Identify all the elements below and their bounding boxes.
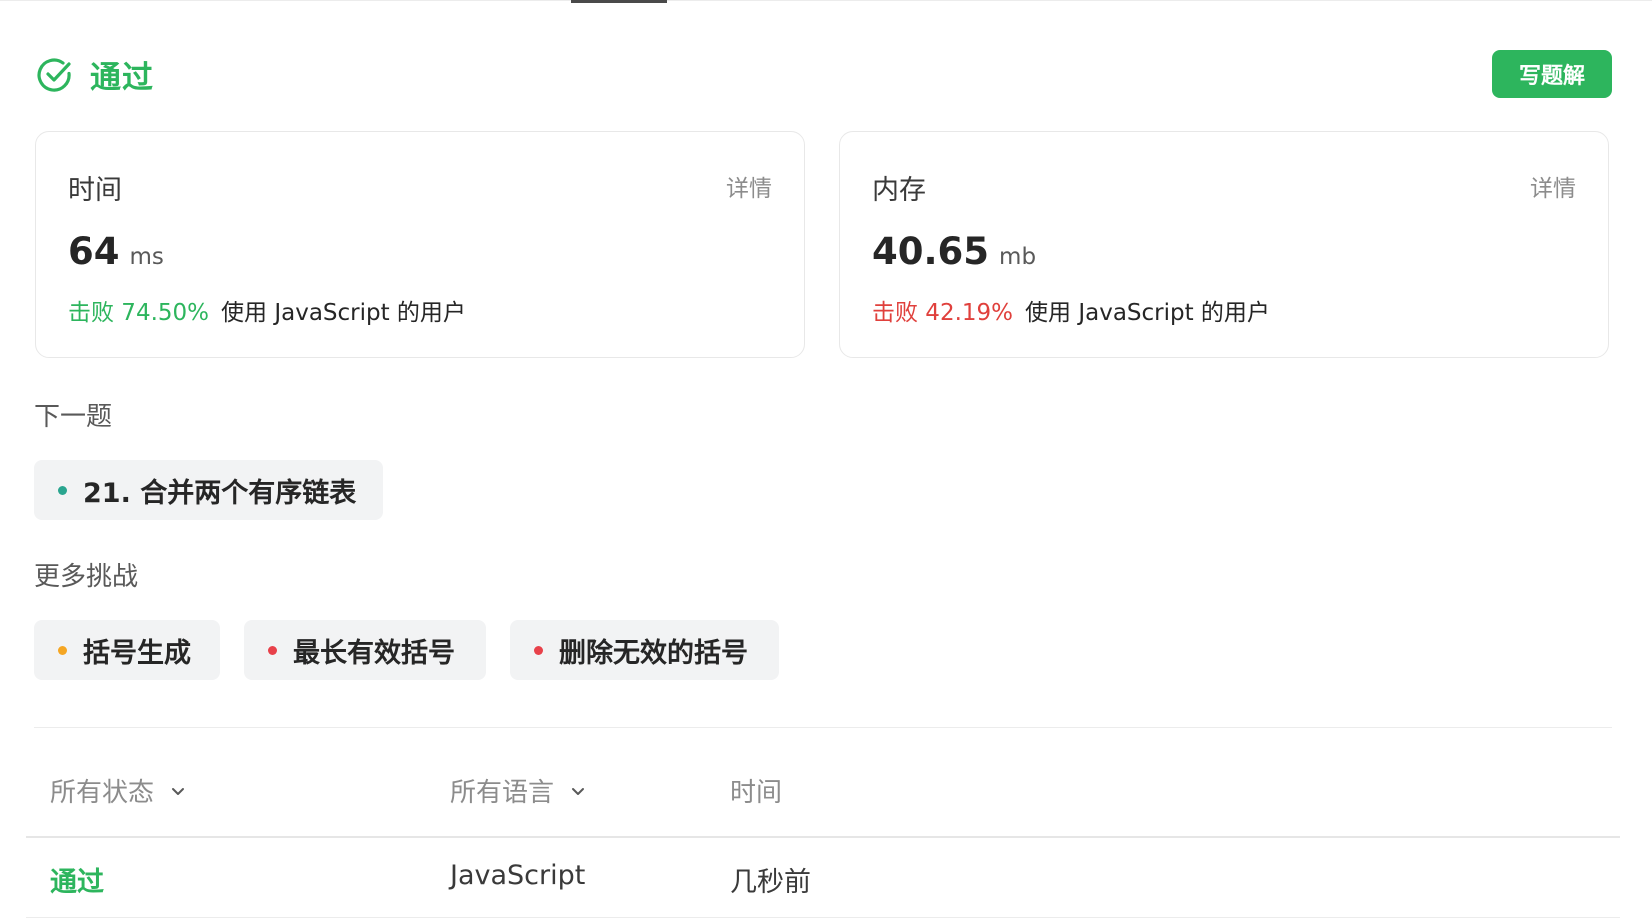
check-circle-icon <box>37 57 71 92</box>
next-problem-item[interactable]: 21. 合并两个有序链表 <box>34 460 383 520</box>
memory-number: 40.65 <box>872 230 990 273</box>
section-divider <box>34 727 1612 728</box>
table-row-divider <box>26 917 1620 918</box>
language-filter-label: 所有语言 <box>450 778 555 808</box>
status-filter-dropdown[interactable]: 所有状态 <box>50 772 186 809</box>
challenge-item[interactable]: 删除无效的括号 <box>510 620 779 680</box>
difficulty-dot-easy <box>58 485 67 495</box>
write-solution-button[interactable]: 写题解 <box>1492 50 1612 98</box>
runtime-detail-link[interactable]: 详情 <box>726 169 772 203</box>
difficulty-dot-medium <box>58 645 67 655</box>
difficulty-dot-hard <box>268 645 277 655</box>
result-header: 通过 <box>36 52 154 97</box>
submission-status[interactable]: 通过 <box>50 860 104 899</box>
memory-detail-link[interactable]: 详情 <box>1530 169 1576 203</box>
next-problem-title: 21. 合并两个有序链表 <box>83 477 357 509</box>
chevron-down-icon <box>572 787 585 795</box>
runtime-beat-desc: 使用 JavaScript 的用户 <box>221 300 466 326</box>
runtime-beat-percent: 击败 74.50% <box>68 300 210 326</box>
memory-value: 40.65 mb <box>872 230 1036 273</box>
runtime-card: 时间 详情 64 ms 击败 74.50% 使用 JavaScript 的用户 <box>35 131 805 358</box>
runtime-beat: 击败 74.50% 使用 JavaScript 的用户 <box>68 293 466 327</box>
challenge-title: 最长有效括号 <box>293 637 455 669</box>
memory-title: 内存 <box>872 175 926 206</box>
runtime-unit: ms <box>129 244 164 270</box>
challenge-item[interactable]: 最长有效括号 <box>244 620 486 680</box>
result-status: 通过 <box>90 60 154 96</box>
memory-beat-desc: 使用 JavaScript 的用户 <box>1025 300 1270 326</box>
memory-unit: mb <box>999 244 1037 270</box>
submission-time: 几秒前 <box>730 867 811 898</box>
time-column-header: 时间 <box>730 778 783 808</box>
status-filter-label: 所有状态 <box>50 778 155 808</box>
challenge-title: 括号生成 <box>83 637 191 669</box>
chevron-down-icon <box>172 787 185 795</box>
challenge-title: 删除无效的括号 <box>559 637 748 669</box>
next-problem-label: 下一题 <box>34 402 113 432</box>
top-divider <box>0 0 1652 1</box>
memory-beat: 击败 42.19% 使用 JavaScript 的用户 <box>872 293 1270 327</box>
language-filter-dropdown[interactable]: 所有语言 <box>450 772 586 809</box>
difficulty-dot-hard <box>534 645 543 655</box>
runtime-number: 64 <box>68 230 120 273</box>
more-challenges-label: 更多挑战 <box>34 562 139 592</box>
memory-beat-percent: 击败 42.19% <box>872 300 1014 326</box>
challenge-item[interactable]: 括号生成 <box>34 620 220 680</box>
submission-language: JavaScript <box>450 860 586 891</box>
active-tab-indicator <box>571 0 667 3</box>
table-header-divider <box>26 836 1620 838</box>
runtime-title: 时间 <box>68 175 122 206</box>
memory-card: 内存 详情 40.65 mb 击败 42.19% 使用 JavaScript 的… <box>839 131 1609 358</box>
runtime-value: 64 ms <box>68 230 164 273</box>
